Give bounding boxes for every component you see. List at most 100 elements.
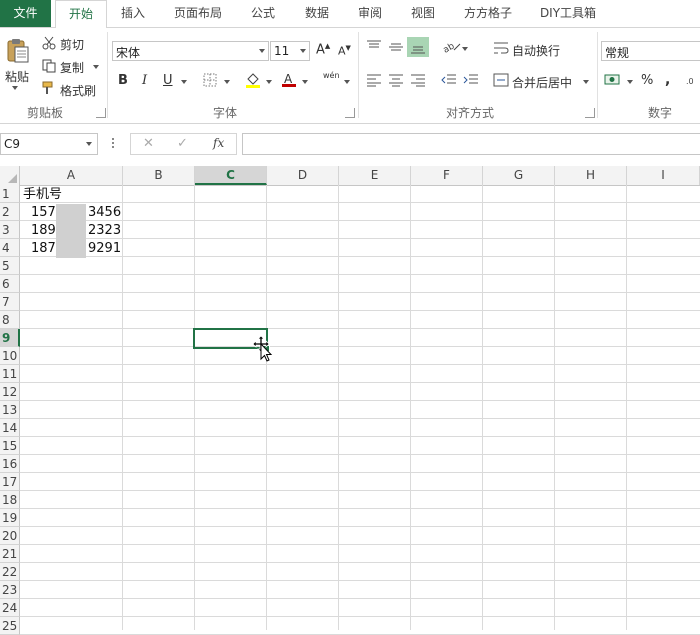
row-header-20[interactable]: 20 (0, 527, 20, 545)
row-header-4[interactable]: 4 (0, 239, 20, 257)
copy-dropdown-icon[interactable] (93, 65, 99, 69)
tab-data[interactable]: 数据 (297, 0, 337, 27)
row-header-25[interactable]: 25 (0, 617, 20, 635)
paste-button-label[interactable]: 粘贴 (5, 68, 29, 85)
row-header-23[interactable]: 23 (0, 581, 20, 599)
font-size-select[interactable]: 11 (270, 41, 310, 61)
cell-a3-suffix[interactable]: 2323 (88, 222, 121, 240)
align-center-icon[interactable] (388, 73, 404, 90)
underline-dropdown-icon[interactable] (181, 80, 187, 84)
borders-icon[interactable] (203, 73, 217, 90)
align-right-icon[interactable] (410, 73, 426, 90)
row-header-6[interactable]: 6 (0, 275, 20, 293)
column-header-a[interactable]: A (20, 166, 123, 185)
bold-button[interactable]: B (118, 73, 128, 88)
borders-dropdown-icon[interactable] (224, 80, 230, 84)
tab-fangfang[interactable]: 方方格子 (456, 0, 520, 27)
formula-bar-grip-icon[interactable] (112, 138, 114, 150)
row-header-17[interactable]: 17 (0, 473, 20, 491)
row-header-22[interactable]: 22 (0, 563, 20, 581)
column-header-f[interactable]: F (411, 166, 483, 185)
row-header-24[interactable]: 24 (0, 599, 20, 617)
align-bottom-icon[interactable] (407, 37, 429, 57)
orientation-icon[interactable]: ab (442, 40, 462, 57)
enter-icon[interactable]: ✓ (177, 136, 188, 151)
alignment-launcher-icon[interactable] (585, 108, 595, 118)
row-header-12[interactable]: 12 (0, 383, 20, 401)
row-header-7[interactable]: 7 (0, 293, 20, 311)
font-name-select[interactable]: 宋体 (112, 41, 269, 61)
merge-center-button[interactable]: 合并后居中 (512, 74, 572, 91)
column-header-h[interactable]: H (555, 166, 627, 185)
row-header-14[interactable]: 14 (0, 419, 20, 437)
chevron-down-icon[interactable] (86, 142, 92, 146)
row-header-2[interactable]: 2 (0, 203, 20, 221)
increase-decimal-icon[interactable]: .0 (686, 73, 700, 90)
phonetic-guide-icon[interactable]: wén (323, 71, 340, 80)
column-header-b[interactable]: B (123, 166, 195, 185)
wrap-text-icon[interactable] (493, 41, 509, 58)
fill-color-icon[interactable] (245, 72, 261, 91)
format-painter-icon[interactable] (42, 81, 56, 98)
fill-color-dropdown-icon[interactable] (266, 80, 272, 84)
format-painter-button[interactable]: 格式刷 (60, 82, 96, 99)
decrease-indent-icon[interactable] (441, 73, 457, 90)
row-header-19[interactable]: 19 (0, 509, 20, 527)
row-header-5[interactable]: 5 (0, 257, 20, 275)
tab-review[interactable]: 审阅 (350, 0, 390, 27)
cell-a4-prefix[interactable]: 187 (31, 240, 56, 258)
cell-a3-prefix[interactable]: 189 (31, 222, 56, 240)
clipboard-launcher-icon[interactable] (96, 108, 106, 118)
row-header-13[interactable]: 13 (0, 401, 20, 419)
column-header-e[interactable]: E (339, 166, 411, 185)
percent-style-button[interactable]: % (641, 73, 653, 88)
paste-dropdown-icon[interactable] (12, 86, 18, 90)
merge-dropdown-icon[interactable] (583, 80, 589, 84)
cancel-icon[interactable]: ✕ (143, 136, 154, 151)
row-header-9[interactable]: 9 (0, 329, 20, 347)
align-top-icon[interactable] (366, 40, 382, 57)
column-header-d[interactable]: D (267, 166, 339, 185)
cell-a1[interactable]: 手机号 (23, 186, 62, 204)
column-header-c[interactable]: C (195, 166, 267, 185)
font-launcher-icon[interactable] (345, 108, 355, 118)
cell-a4-suffix[interactable]: 9291 (88, 240, 121, 258)
row-header-11[interactable]: 11 (0, 365, 20, 383)
cell-a2-suffix[interactable]: 3456 (88, 204, 121, 222)
font-color-icon[interactable]: A (281, 71, 297, 91)
tab-view[interactable]: 视图 (403, 0, 443, 27)
name-box[interactable]: C9 (0, 133, 98, 155)
tab-diy-toolbox[interactable]: DIY工具箱 (533, 0, 603, 27)
tab-home[interactable]: 开始 (55, 0, 107, 29)
comma-style-button[interactable]: , (665, 72, 670, 88)
row-header-16[interactable]: 16 (0, 455, 20, 473)
insert-function-icon[interactable]: fx (213, 136, 224, 150)
column-header-g[interactable]: G (483, 166, 555, 185)
paste-icon[interactable] (6, 38, 30, 64)
tab-page-layout[interactable]: 页面布局 (165, 0, 231, 27)
column-header-i[interactable]: I (627, 166, 700, 185)
phonetic-dropdown-icon[interactable] (344, 80, 350, 84)
row-header-21[interactable]: 21 (0, 545, 20, 563)
tab-formulas[interactable]: 公式 (243, 0, 283, 27)
formula-input[interactable] (242, 133, 700, 155)
select-all-button[interactable] (0, 166, 20, 185)
row-header-1[interactable]: 1 (0, 185, 20, 203)
row-header-15[interactable]: 15 (0, 437, 20, 455)
tab-insert[interactable]: 插入 (115, 0, 151, 27)
row-header-8[interactable]: 8 (0, 311, 20, 329)
row-header-18[interactable]: 18 (0, 491, 20, 509)
merge-center-icon[interactable] (493, 73, 509, 90)
cell-a2-prefix[interactable]: 157 (31, 204, 56, 222)
row-header-3[interactable]: 3 (0, 221, 20, 239)
row-header-10[interactable]: 10 (0, 347, 20, 365)
accounting-dropdown-icon[interactable] (627, 80, 633, 84)
accounting-format-icon[interactable] (604, 72, 622, 91)
cut-button[interactable]: 剪切 (60, 36, 84, 53)
italic-button[interactable]: I (142, 73, 147, 88)
number-format-select[interactable]: 常规 (601, 41, 700, 61)
underline-button[interactable]: U (163, 73, 173, 88)
wrap-text-button[interactable]: 自动换行 (512, 42, 560, 59)
font-color-dropdown-icon[interactable] (302, 80, 308, 84)
orientation-dropdown-icon[interactable] (462, 47, 468, 51)
